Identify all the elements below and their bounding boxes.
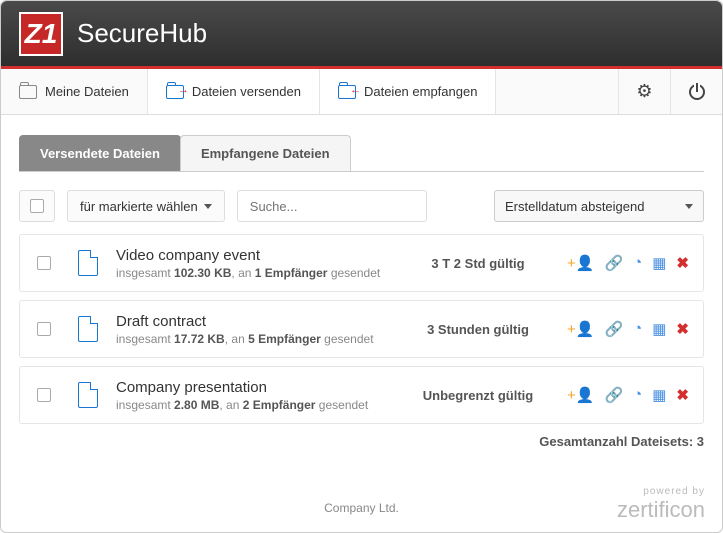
app-title: SecureHub <box>77 18 207 49</box>
file-title: Company presentation <box>116 379 395 396</box>
logo: Z1 <box>19 12 63 56</box>
file-title: Draft contract <box>116 313 395 330</box>
file-row[interactable]: Video company event insgesamt 102.30 KB, … <box>19 234 704 292</box>
file-row[interactable]: Draft contract insgesamt 17.72 KB, an 5 E… <box>19 300 704 358</box>
row-checkbox[interactable] <box>20 322 68 336</box>
nav-send-files[interactable]: Dateien versenden <box>148 69 320 114</box>
caret-down-icon <box>204 204 212 209</box>
power-icon <box>689 84 705 100</box>
row-actions: +👤 🔗 ◔ ▦ ✖ <box>553 254 703 272</box>
sort-select[interactable]: Erstelldatum absteigend <box>494 190 704 222</box>
file-meta: insgesamt 2.80 MB, an 2 Empfänger gesend… <box>116 398 395 412</box>
sort-selected: Erstelldatum absteigend <box>505 199 644 214</box>
nav-label: Dateien empfangen <box>364 84 477 99</box>
clock-icon[interactable]: ◔ <box>633 386 642 404</box>
bulk-action-dropdown[interactable]: für markierte wählen <box>67 190 225 222</box>
validity: Unbegrenzt gültig <box>403 388 553 403</box>
company-name: Company Ltd. <box>324 501 399 515</box>
file-meta: insgesamt 17.72 KB, an 5 Empfänger gesen… <box>116 332 395 346</box>
link-icon[interactable]: 🔗 <box>604 386 623 404</box>
row-actions: +👤 🔗 ◔ ▦ ✖ <box>553 386 703 404</box>
file-icon <box>68 250 108 276</box>
bulk-action-label: für markierte wählen <box>80 199 198 214</box>
caret-down-icon <box>685 204 693 209</box>
delete-icon[interactable]: ✖ <box>676 254 689 272</box>
delete-icon[interactable]: ✖ <box>676 320 689 338</box>
row-checkbox[interactable] <box>20 388 68 402</box>
calendar-icon[interactable]: ▦ <box>652 386 666 404</box>
add-recipient-icon[interactable]: +👤 <box>567 386 594 404</box>
search-input[interactable] <box>237 190 427 222</box>
gear-icon: ⚙ <box>636 81 652 102</box>
nav-receive-files[interactable]: Dateien empfangen <box>320 69 496 114</box>
footer: Company Ltd. powered by zertificon <box>0 483 723 533</box>
row-info: Draft contract insgesamt 17.72 KB, an 5 E… <box>108 313 403 346</box>
logout-button[interactable] <box>670 69 722 114</box>
row-info: Video company event insgesamt 102.30 KB, … <box>108 247 403 280</box>
tab-sent[interactable]: Versendete Dateien <box>19 135 181 171</box>
add-recipient-icon[interactable]: +👤 <box>567 254 594 272</box>
calendar-icon[interactable]: ▦ <box>652 254 666 272</box>
clock-icon[interactable]: ◔ <box>633 320 642 338</box>
file-tabs: Versendete Dateien Empfangene Dateien <box>19 135 704 172</box>
calendar-icon[interactable]: ▦ <box>652 320 666 338</box>
nav-my-files[interactable]: Meine Dateien <box>1 69 148 114</box>
select-all-checkbox[interactable] <box>19 190 55 222</box>
file-meta: insgesamt 102.30 KB, an 1 Empfänger gese… <box>116 266 395 280</box>
link-icon[interactable]: 🔗 <box>604 254 623 272</box>
nav-label: Meine Dateien <box>45 84 129 99</box>
main-nav: Meine Dateien Dateien versenden Dateien … <box>1 69 722 115</box>
settings-button[interactable]: ⚙ <box>618 69 670 114</box>
folder-send-icon <box>166 85 184 99</box>
link-icon[interactable]: 🔗 <box>604 320 623 338</box>
row-actions: +👤 🔗 ◔ ▦ ✖ <box>553 320 703 338</box>
delete-icon[interactable]: ✖ <box>676 386 689 404</box>
tab-received[interactable]: Empfangene Dateien <box>180 135 351 171</box>
folder-icon <box>19 85 37 99</box>
row-checkbox[interactable] <box>20 256 68 270</box>
file-icon <box>68 382 108 408</box>
file-title: Video company event <box>116 247 395 264</box>
validity: 3 T 2 Std gültig <box>403 256 553 271</box>
file-row[interactable]: Company presentation insgesamt 2.80 MB, a… <box>19 366 704 424</box>
validity: 3 Stunden gültig <box>403 322 553 337</box>
toolbar: für markierte wählen Erstelldatum abstei… <box>19 190 704 222</box>
app-header: Z1 SecureHub <box>1 1 722 69</box>
folder-receive-icon <box>338 85 356 99</box>
add-recipient-icon[interactable]: +👤 <box>567 320 594 338</box>
row-info: Company presentation insgesamt 2.80 MB, a… <box>108 379 403 412</box>
nav-label: Dateien versenden <box>192 84 301 99</box>
file-icon <box>68 316 108 342</box>
clock-icon[interactable]: ◔ <box>633 254 642 272</box>
powered-by: powered by zertificon <box>617 486 705 523</box>
total-count: Gesamtanzahl Dateisets: 3 <box>19 434 704 449</box>
